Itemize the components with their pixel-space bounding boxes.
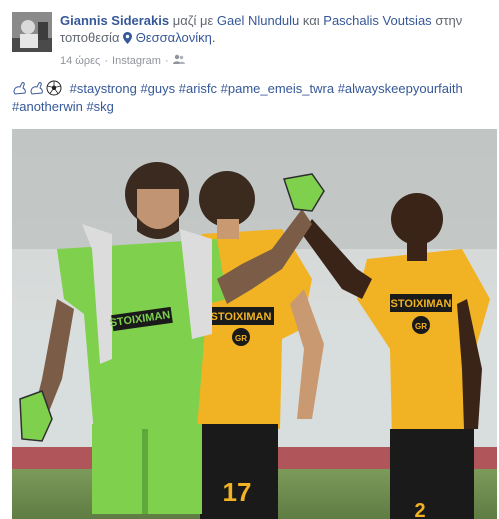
- post-header: Giannis Siderakis μαζί με Gael Nlundulu …: [12, 12, 492, 72]
- jersey-sponsor-middle: STOIXIMAN: [211, 311, 272, 323]
- flexed-arm-emoji: [13, 82, 26, 95]
- soccer-ball-emoji: [46, 80, 62, 96]
- jersey-sub-right: GR: [415, 322, 427, 331]
- jersey-sub-middle: GR: [235, 334, 247, 343]
- flexed-arm-emoji: [30, 82, 43, 95]
- avatar[interactable]: [12, 12, 52, 52]
- shorts-number-middle: 17: [223, 477, 252, 507]
- emoji-group: [12, 80, 62, 96]
- header-text: Giannis Siderakis μαζί με Gael Nlundulu …: [60, 12, 492, 68]
- map-pin-icon: [123, 31, 133, 48]
- post-title-line: Giannis Siderakis μαζί με Gael Nlundulu …: [60, 12, 492, 48]
- post-meta: 14 ώρες · Instagram ·: [60, 54, 492, 68]
- location-link[interactable]: Θεσσαλονίκη.: [136, 30, 216, 45]
- meta-separator-2: ·: [164, 55, 169, 67]
- with-text: μαζί με: [172, 13, 214, 28]
- shorts-number-right: 2: [414, 500, 425, 519]
- friends-icon[interactable]: [172, 54, 185, 68]
- post-source[interactable]: Instagram: [112, 54, 161, 68]
- post-photo[interactable]: STOIXIMAN GR 2 STOIXIMAN GR 17 STOIXIMAN: [12, 129, 497, 519]
- meta-separator: ·: [104, 55, 109, 67]
- and-text: και: [302, 13, 320, 28]
- author-name[interactable]: Giannis Siderakis: [60, 13, 169, 28]
- post-time[interactable]: 14 ώρες: [60, 54, 100, 68]
- tagged-user-2[interactable]: Paschalis Voutsias: [323, 13, 431, 28]
- post-body: #staystrong #guys #arisfc #pame_emeis_tw…: [12, 80, 490, 116]
- jersey-sponsor-right: STOIXIMAN: [391, 298, 452, 310]
- hashtags-line-1[interactable]: #staystrong #guys #arisfc #pame_emeis_tw…: [70, 81, 463, 96]
- tagged-user-1[interactable]: Gael Nlundulu: [217, 13, 299, 28]
- hashtags-line-2[interactable]: #anotherwin #skg: [12, 99, 114, 114]
- facebook-post: Giannis Siderakis μαζί με Gael Nlundulu …: [0, 0, 499, 519]
